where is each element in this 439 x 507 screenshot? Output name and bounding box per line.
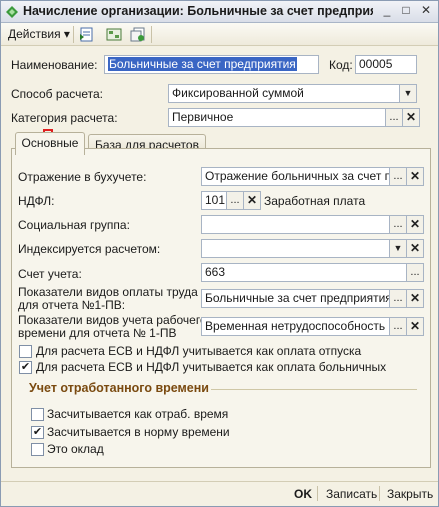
method-label: Способ расчета: (11, 87, 103, 101)
copy-icon[interactable] (129, 26, 147, 43)
worktime-group-title: Учет отработанного времени (29, 381, 209, 395)
footer-bar: OK Записать Закрыть (1, 481, 438, 506)
method-dropdown-icon[interactable]: ▼ (399, 84, 417, 103)
maximize-icon[interactable]: □ (398, 3, 414, 19)
vacation-checkbox-label: Для расчета ЕСВ и НДФЛ учитывается как о… (36, 344, 362, 358)
code-label: Код: (329, 58, 353, 72)
method-select[interactable]: Фиксированной суммой (168, 84, 400, 103)
salary-label: Это оклад (47, 442, 104, 456)
chevron-down-icon: ▾ (63, 27, 70, 41)
pay-types-label-line2: для отчета №1-ПВ: (18, 298, 126, 312)
ok-button[interactable]: OK (294, 487, 312, 501)
toolbar-divider (151, 26, 152, 43)
ndfl-select-icon[interactable]: ... (226, 191, 244, 210)
indexed-label: Индексируется расчетом: (18, 242, 161, 256)
actions-label: Действия (8, 27, 61, 41)
sick-leave-checkbox[interactable]: ✔ (19, 361, 32, 374)
name-field[interactable]: Больничные за счет предприятия (104, 55, 319, 74)
dialog-window: Начисление организации: Больничные за сч… (0, 0, 439, 507)
time-types-field[interactable]: Временная нетрудоспособность (201, 317, 390, 336)
pay-types-clear-icon[interactable]: ✕ (406, 289, 424, 308)
ndfl-field[interactable]: 101 (201, 191, 227, 210)
accounting-select-icon[interactable]: ... (389, 167, 407, 186)
counted-worktime-label: Засчитывается как отраб. время (47, 407, 229, 421)
category-clear-icon[interactable]: ✕ (402, 108, 420, 127)
window-title: Начисление организации: Больничные за сч… (23, 4, 373, 18)
time-types-label-line1: Показатели видов учета рабочего (18, 313, 207, 327)
post-document-icon[interactable] (78, 26, 96, 43)
pay-types-field[interactable]: Больничные за счет предприятия (201, 289, 390, 308)
pay-types-label-line1: Показатели видов оплаты труда (18, 285, 198, 299)
accounting-field[interactable]: Отражение больничных за счет пре, (201, 167, 390, 186)
social-group-field[interactable] (201, 215, 390, 234)
social-group-clear-icon[interactable]: ✕ (406, 215, 424, 234)
account-field[interactable]: 663 (201, 263, 407, 282)
footer-divider (317, 486, 318, 501)
group-divider (211, 389, 417, 390)
title-bar: Начисление организации: Больничные за сч… (1, 1, 438, 23)
close-button[interactable]: Закрыть (387, 487, 433, 501)
indexed-field[interactable] (201, 239, 390, 258)
toolbar-divider (73, 26, 74, 43)
account-label: Счет учета: (18, 267, 82, 281)
toolbar: Действия ▾ (1, 23, 438, 46)
code-field[interactable]: 00005 (355, 55, 417, 74)
category-label: Категория расчета: (11, 111, 118, 125)
footer-divider (379, 486, 380, 501)
accounting-clear-icon[interactable]: ✕ (406, 167, 424, 186)
ndfl-label: НДФЛ: (18, 194, 55, 208)
ndfl-description: Заработная плата (264, 194, 366, 208)
name-label: Наименование: (11, 58, 98, 72)
social-group-select-icon[interactable]: ... (389, 215, 407, 234)
name-value: Больничные за счет предприятия (108, 57, 297, 71)
structure-icon[interactable] (105, 26, 123, 43)
time-types-label-line2: времени для отчета № 1-ПВ (18, 326, 177, 340)
app-icon (6, 6, 18, 18)
pay-types-select-icon[interactable]: ... (389, 289, 407, 308)
actions-menu-button[interactable]: Действия ▾ (5, 26, 73, 43)
sick-leave-checkbox-label: Для расчета ЕСВ и НДФЛ учитывается как о… (36, 360, 387, 374)
social-group-label: Социальная группа: (18, 218, 130, 232)
vacation-checkbox[interactable] (19, 345, 32, 358)
time-types-select-icon[interactable]: ... (389, 317, 407, 336)
close-icon[interactable]: ✕ (418, 3, 434, 19)
counted-norm-label: Засчитывается в норму времени (47, 425, 230, 439)
tab-main[interactable]: Основные (15, 132, 85, 155)
ndfl-clear-icon[interactable]: ✕ (243, 191, 261, 210)
accounting-label: Отражение в бухучете: (18, 170, 147, 184)
counted-norm-checkbox[interactable]: ✔ (31, 426, 44, 439)
category-field[interactable]: Первичное (168, 108, 386, 127)
counted-worktime-checkbox[interactable] (31, 408, 44, 421)
minimize-icon[interactable]: _ (379, 3, 395, 19)
time-types-clear-icon[interactable]: ✕ (406, 317, 424, 336)
indexed-dropdown-icon[interactable]: ▼ (389, 239, 407, 258)
indexed-clear-icon[interactable]: ✕ (406, 239, 424, 258)
save-button[interactable]: Записать (326, 487, 377, 501)
account-select-icon[interactable]: ... (406, 263, 424, 282)
salary-checkbox[interactable] (31, 443, 44, 456)
category-select-icon[interactable]: ... (385, 108, 403, 127)
